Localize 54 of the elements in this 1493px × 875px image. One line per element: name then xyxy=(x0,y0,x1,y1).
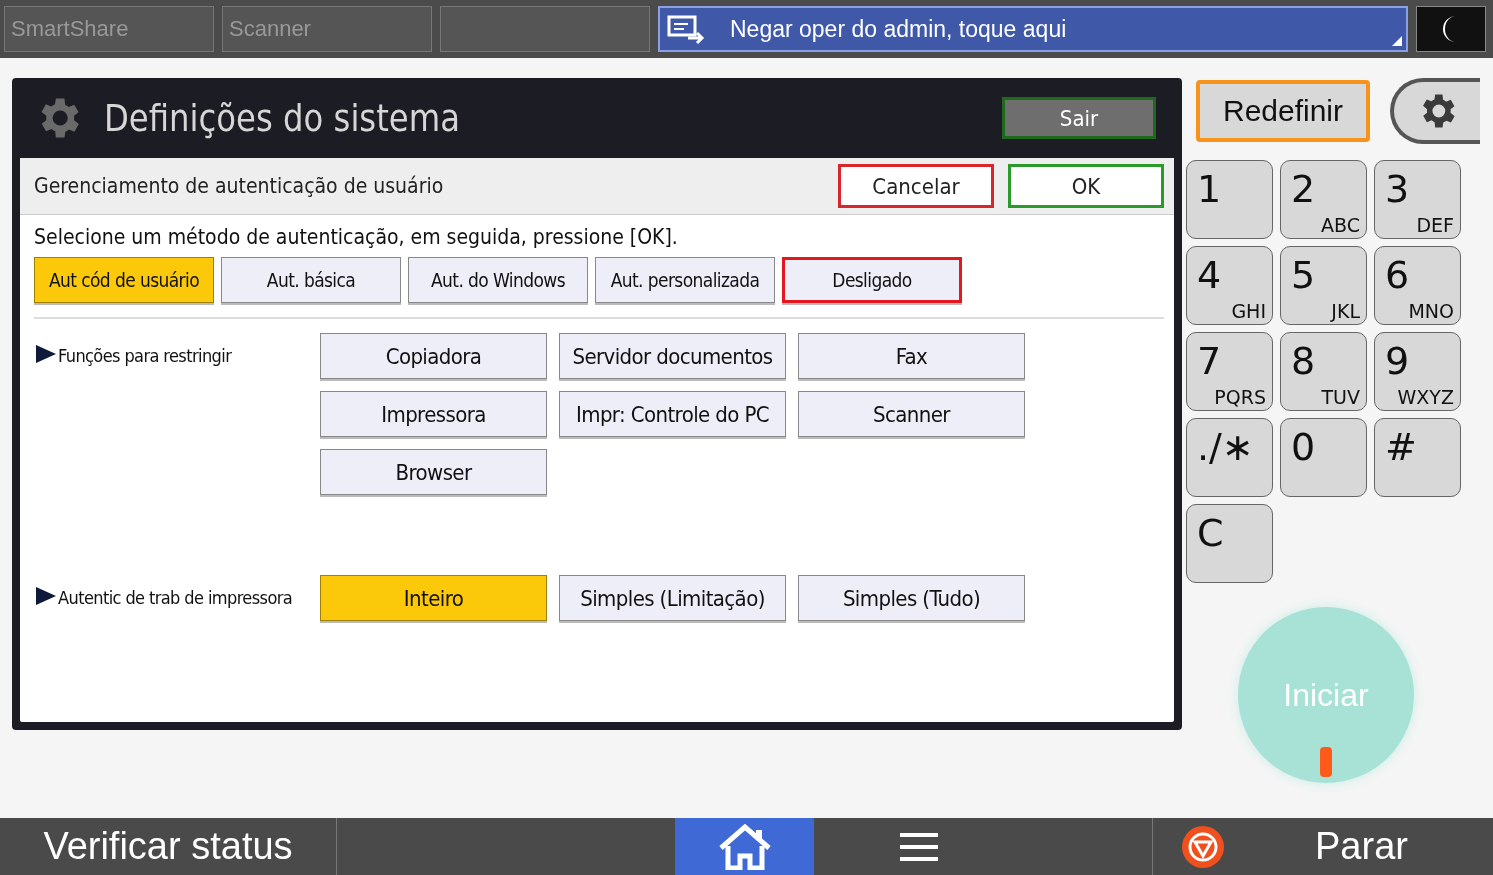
function-option[interactable]: Copiadora xyxy=(320,333,547,379)
reset-button[interactable]: Redefinir xyxy=(1196,80,1370,142)
exit-button[interactable]: Sair xyxy=(1002,97,1156,139)
menu-icon xyxy=(900,831,938,862)
home-button[interactable] xyxy=(675,818,814,875)
function-option[interactable]: Fax xyxy=(798,333,1025,379)
tab-label: SmartShare xyxy=(11,16,129,42)
keypad-key[interactable]: 4 GHI xyxy=(1186,246,1273,325)
settings-button[interactable] xyxy=(1390,78,1480,144)
function-option[interactable]: Browser xyxy=(320,449,547,495)
stop-button[interactable]: Parar xyxy=(1153,818,1493,875)
keypad-key[interactable]: 8 TUV xyxy=(1280,332,1367,411)
keypad-key[interactable]: 5 JKL xyxy=(1280,246,1367,325)
keypad-key[interactable]: 7 PQRS xyxy=(1186,332,1273,411)
function-option[interactable]: Impr: Controle do PC xyxy=(559,391,786,437)
admin-banner[interactable]: Negar oper do admin, toque aqui xyxy=(658,6,1408,52)
keypad-key[interactable]: 6 MNO xyxy=(1374,246,1461,325)
section-label: Autentic de trab de impressora xyxy=(58,587,293,608)
function-option[interactable]: Scanner xyxy=(798,391,1025,437)
ok-button[interactable]: OK xyxy=(1008,164,1164,208)
keypad-key[interactable]: 2 ABC xyxy=(1280,160,1367,239)
function-option[interactable]: Inteiro xyxy=(320,575,547,621)
tab-label: Scanner xyxy=(229,16,311,42)
triangle-bullet-icon xyxy=(36,587,56,605)
function-option[interactable]: Impressora xyxy=(320,391,547,437)
check-status-button[interactable]: Verificar status xyxy=(0,818,336,875)
function-option[interactable]: Simples (Limitação) xyxy=(559,575,786,621)
triangle-bullet-icon xyxy=(36,345,56,363)
method-option[interactable]: Aut cód de usuário xyxy=(34,257,214,303)
stop-label: Parar xyxy=(1315,825,1408,868)
method-option[interactable]: Desligado xyxy=(782,257,962,303)
cancel-button[interactable]: Cancelar xyxy=(838,164,994,208)
subtitle: Gerenciamento de autenticação de usuário xyxy=(34,174,445,198)
section-label: Funções para restringir xyxy=(58,345,232,366)
indicator-light xyxy=(1320,747,1332,777)
keypad-key[interactable]: 9 WXYZ xyxy=(1374,332,1461,411)
keypad-key[interactable]: 1 xyxy=(1186,160,1273,239)
method-option[interactable]: Aut. básica xyxy=(221,257,401,303)
method-option[interactable]: Aut. personalizada xyxy=(595,257,775,303)
keypad-key[interactable]: 0 xyxy=(1280,418,1367,497)
keypad-key[interactable]: ./∗ xyxy=(1186,418,1273,497)
sleep-button[interactable] xyxy=(1416,6,1486,52)
keypad-key[interactable]: C xyxy=(1186,504,1273,583)
dialog-title: Definições do sistema xyxy=(104,96,461,140)
screen-arrow-icon xyxy=(666,14,706,44)
keypad-key[interactable]: 3 DEF xyxy=(1374,160,1461,239)
banner-text: Negar oper do admin, toque aqui xyxy=(730,15,1067,43)
method-option[interactable]: Aut. do Windows xyxy=(408,257,588,303)
function-option[interactable]: Servidor documentos xyxy=(559,333,786,379)
corner-triangle-icon xyxy=(1392,36,1402,46)
instruction-text: Selecione um método de autenticação, em seguida, pressione [OK]. xyxy=(33,224,679,251)
keypad-key[interactable]: # xyxy=(1374,418,1461,497)
stop-icon xyxy=(1181,824,1225,869)
function-option[interactable]: Simples (Tudo) xyxy=(798,575,1025,621)
